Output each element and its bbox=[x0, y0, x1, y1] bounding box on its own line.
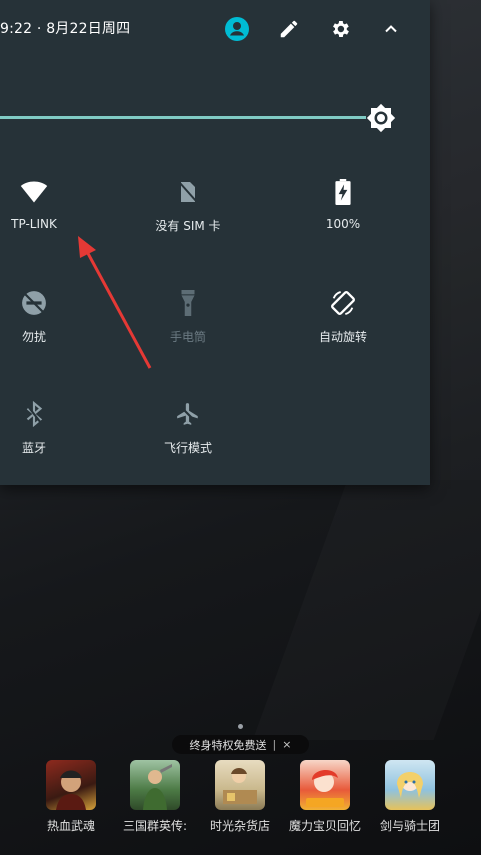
quick-settings-panel: 9:22 · 8月22日周四 TP-LINK 没有 SIM 卡 100% 勿扰 … bbox=[0, 0, 430, 485]
no-sim-icon bbox=[174, 178, 202, 206]
tile-label: 自动旋转 bbox=[318, 330, 367, 344]
brightness-icon[interactable] bbox=[366, 103, 396, 133]
app-icon bbox=[215, 760, 265, 810]
clock-date: 9:22 · 8月22日周四 bbox=[0, 21, 131, 37]
tile-airplane-mode[interactable]: 飞行模式 bbox=[118, 400, 258, 480]
app-label: 魔力宝贝回忆 bbox=[288, 819, 361, 833]
wifi-icon bbox=[20, 178, 48, 206]
close-icon[interactable]: × bbox=[282, 738, 291, 751]
app-sanguo-qunyingzhuan[interactable]: 三国群英传: bbox=[110, 760, 200, 840]
app-icon bbox=[385, 760, 435, 810]
status-header: 9:22 · 8月22日周四 bbox=[0, 0, 430, 56]
app-icon bbox=[300, 760, 350, 810]
brightness-slider[interactable] bbox=[0, 100, 430, 136]
app-shiguang-zahuodian[interactable]: 时光杂货店 bbox=[195, 760, 285, 840]
gear-icon[interactable] bbox=[327, 16, 353, 42]
app-label: 剑与骑士团 bbox=[379, 819, 440, 833]
promo-text: 终身特权免费送 bbox=[189, 738, 267, 752]
do-not-disturb-icon bbox=[20, 289, 48, 317]
app-jianyu-qishituan[interactable]: 剑与骑士团 bbox=[365, 760, 455, 840]
tile-bluetooth[interactable]: 蓝牙 bbox=[0, 400, 104, 480]
page-indicator bbox=[238, 724, 243, 729]
wallpaper-shard bbox=[430, 0, 481, 480]
tile-label: TP-LINK bbox=[11, 217, 57, 231]
auto-rotate-icon bbox=[329, 289, 357, 317]
tile-label: 100% bbox=[325, 217, 361, 231]
brightness-track[interactable] bbox=[0, 116, 366, 119]
app-icon bbox=[46, 760, 96, 810]
edit-icon[interactable] bbox=[276, 16, 302, 42]
flashlight-icon bbox=[174, 289, 202, 317]
tile-auto-rotate[interactable]: 自动旋转 bbox=[273, 289, 413, 369]
app-icon bbox=[130, 760, 180, 810]
tile-label: 蓝牙 bbox=[21, 441, 46, 455]
app-rexue-wuhun[interactable]: 热血武魂 bbox=[26, 760, 116, 840]
promo-banner[interactable]: 终身特权免费送 | × bbox=[172, 735, 309, 754]
annotation-arrow-icon bbox=[78, 236, 152, 369]
app-label: 热血武魂 bbox=[46, 819, 95, 833]
user-avatar-icon[interactable] bbox=[224, 16, 250, 42]
app-moli-baobei[interactable]: 魔力宝贝回忆 bbox=[280, 760, 370, 840]
battery-charging-icon bbox=[329, 178, 357, 206]
airplane-icon bbox=[174, 400, 202, 428]
promo-separator: | bbox=[272, 738, 277, 751]
bluetooth-icon bbox=[20, 400, 48, 428]
app-label: 三国群英传: bbox=[122, 819, 188, 833]
chevron-up-icon[interactable] bbox=[378, 16, 404, 42]
tile-label: 飞行模式 bbox=[163, 441, 212, 455]
wallpaper-shard bbox=[253, 480, 481, 740]
tile-battery[interactable]: 100% bbox=[273, 178, 413, 258]
app-label: 时光杂货店 bbox=[209, 819, 270, 833]
